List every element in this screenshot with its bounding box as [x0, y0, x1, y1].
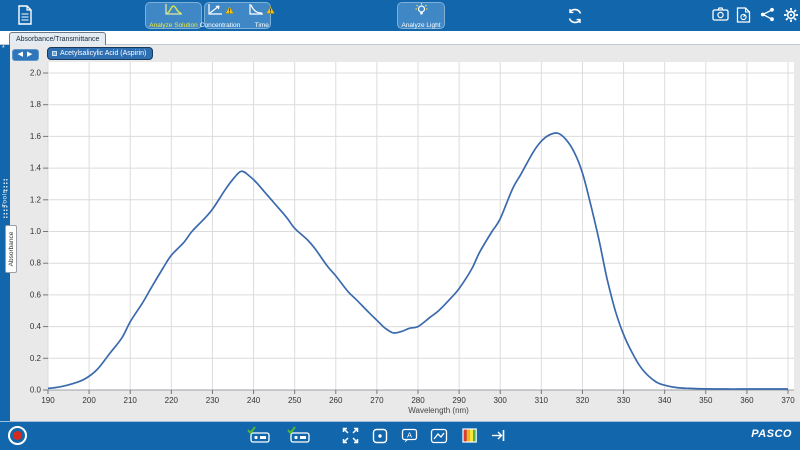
legend-nav-arrows[interactable]: ◀ ▶	[12, 49, 39, 61]
refresh-icon[interactable]	[566, 7, 584, 30]
svg-text:270: 270	[370, 396, 384, 405]
bottom-toolbar	[0, 421, 800, 450]
time-button[interactable]: Time	[244, 1, 279, 29]
strip-asterisk: *	[2, 45, 5, 52]
svg-text:230: 230	[206, 396, 220, 405]
svg-text:2.0: 2.0	[30, 69, 42, 78]
legend-run-selector[interactable]: Acetylsalicylic Acid (Aspirin)	[47, 47, 154, 60]
warning-triangle-icon	[266, 1, 276, 19]
svg-text:1.0: 1.0	[30, 227, 42, 236]
time-label: Time	[254, 22, 269, 29]
y-axis-label[interactable]: Absorbance	[5, 225, 17, 273]
svg-text:200: 200	[82, 396, 96, 405]
svg-text:0.0: 0.0	[30, 386, 42, 395]
spectrum-chart[interactable]: 190 200 210 220 230 240 250 260 270 280 290 300 310 3…	[10, 45, 800, 421]
svg-text:340: 340	[658, 396, 672, 405]
svg-text:330: 330	[617, 396, 631, 405]
warning-triangle-icon	[224, 1, 234, 19]
annotation-icon[interactable]: A	[401, 428, 418, 449]
light-bulb-icon	[414, 3, 429, 21]
svg-text:350: 350	[699, 396, 713, 405]
analyze-solution-label: Analyze Solution	[149, 22, 198, 29]
record-dot-icon	[13, 431, 22, 440]
export-page-icon[interactable]	[736, 7, 751, 28]
svg-text:0.6: 0.6	[30, 290, 42, 299]
concentration-chart-icon	[207, 3, 223, 21]
left-right-arrows-icon: ◀ ▶	[17, 51, 34, 58]
svg-text:0.8: 0.8	[30, 259, 42, 268]
svg-text:0.4: 0.4	[30, 322, 42, 331]
svg-text:370: 370	[781, 396, 795, 405]
gear-icon[interactable]	[783, 7, 799, 28]
svg-text:Wavelength (nm): Wavelength (nm)	[408, 406, 469, 415]
tools-label: Tools	[1, 189, 9, 207]
svg-text:190: 190	[41, 396, 55, 405]
analyze-solution-button[interactable]: Analyze Solution	[145, 2, 202, 29]
svg-text:210: 210	[124, 396, 138, 405]
svg-text:280: 280	[411, 396, 425, 405]
analyze-solution-chart-icon	[164, 3, 184, 21]
svg-text:1.6: 1.6	[30, 132, 42, 141]
svg-text:240: 240	[247, 396, 261, 405]
svg-text:1.2: 1.2	[30, 195, 42, 204]
tab-label: Absorbance/Transmittance	[16, 35, 100, 43]
svg-text:1.4: 1.4	[30, 164, 42, 173]
svg-text:320: 320	[576, 396, 590, 405]
analyze-light-label: Analyze Light	[401, 22, 441, 29]
spectrometer-check-icon[interactable]	[287, 426, 311, 449]
concentration-button[interactable]: Concentration	[196, 1, 244, 29]
svg-text:360: 360	[740, 396, 754, 405]
svg-text:310: 310	[535, 396, 549, 405]
legend-checkbox-icon	[52, 51, 57, 56]
spectrometry-app-window: Analyze Solution Concentration Time Anal…	[0, 0, 800, 450]
share-icon[interactable]	[760, 7, 775, 27]
top-toolbar: Analyze Solution Concentration Time Anal…	[0, 0, 800, 31]
analyze-light-button[interactable]: Analyze Light	[397, 2, 445, 29]
time-chart-icon	[248, 3, 264, 21]
svg-text:0.2: 0.2	[30, 354, 42, 363]
svg-text:250: 250	[288, 396, 302, 405]
camera-icon[interactable]	[712, 7, 729, 26]
svg-text:1.8: 1.8	[30, 100, 42, 109]
svg-text:A: A	[407, 431, 412, 440]
document-menu-icon[interactable]	[17, 5, 33, 30]
concentration-time-group: Concentration Time	[200, 2, 276, 29]
pasco-logo: PASCO	[751, 428, 792, 440]
spectrometer-check-icon[interactable]	[247, 426, 271, 449]
concentration-label: Concentration	[199, 22, 241, 29]
legend-label: Acetylsalicylic Acid (Aspirin)	[60, 50, 147, 57]
color-bars-icon[interactable]	[461, 427, 478, 449]
graph-tool-icon[interactable]	[430, 428, 448, 449]
box-target-icon[interactable]	[372, 428, 388, 449]
svg-text:300: 300	[494, 396, 508, 405]
data-entry-icon[interactable]	[491, 428, 508, 448]
tab-strip: Absorbance/Transmittance	[0, 31, 800, 45]
svg-text:290: 290	[452, 396, 466, 405]
record-button[interactable]	[8, 426, 27, 445]
svg-text:260: 260	[329, 396, 343, 405]
scale-to-fit-icon[interactable]	[341, 426, 360, 450]
svg-text:220: 220	[165, 396, 179, 405]
tab-absorbance-transmittance[interactable]: Absorbance/Transmittance	[9, 32, 107, 45]
